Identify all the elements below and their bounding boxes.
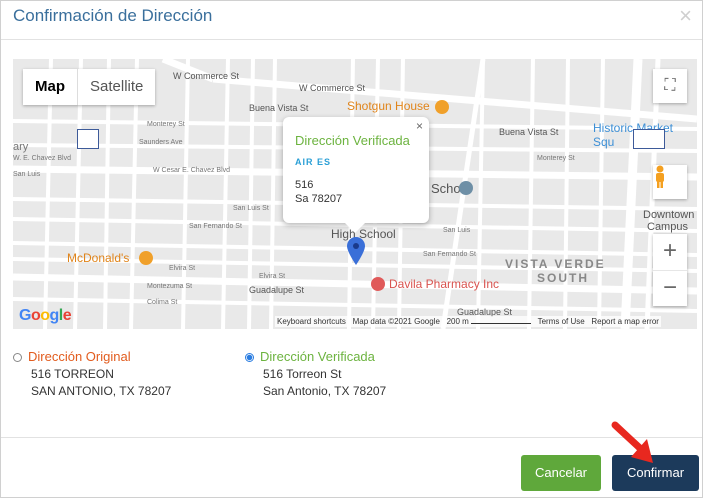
original-address-radio[interactable] (13, 353, 22, 363)
school-icon (459, 181, 473, 195)
info-window-line2: Sa 78207 (295, 193, 343, 205)
dialog-header: Confirmación de Dirección × (1, 1, 702, 40)
street-label: San Luis St (233, 205, 269, 212)
food-icon (139, 251, 153, 265)
verified-address-line1: 516 Torreon St (263, 367, 342, 381)
map[interactable]: W Commerce St W Commerce St Buena Vista … (13, 59, 697, 329)
street-label: San Fernando St (189, 223, 242, 230)
verified-address-radio[interactable] (245, 353, 254, 363)
street-label: Saunders Ave (139, 139, 183, 146)
scale-bar (471, 319, 532, 324)
street-label: W. E. Chavez Blvd (13, 155, 71, 162)
zoom-out-button[interactable]: − (653, 271, 687, 307)
street-label: San Luis (443, 227, 471, 234)
street-label: Elvira St (169, 265, 196, 272)
map-type-map-button[interactable]: Map (23, 69, 78, 105)
address-confirmation-dialog: Confirmación de Dirección × W Commerce S… (0, 0, 703, 498)
verified-address-option[interactable]: Dirección Verificada (245, 349, 375, 364)
cancel-button[interactable]: Cancelar (521, 455, 601, 491)
street-label: San Fernando St (423, 251, 476, 258)
original-address-line1: 516 TORREON (31, 367, 114, 381)
keyboard-shortcuts-link[interactable]: Keyboard shortcuts (277, 317, 346, 326)
redacted-box (77, 129, 99, 149)
google-logo: Google (19, 307, 72, 324)
original-address-line2: SAN ANTONIO, TX 78207 (31, 384, 172, 398)
street-label: ary (13, 141, 29, 153)
street-label: Colima St (147, 299, 178, 306)
verified-address-line2: San Antonio, TX 78207 (263, 384, 387, 398)
street-label: Elvira St (259, 273, 286, 280)
place-label: Downtown (643, 209, 695, 221)
food-icon (435, 100, 449, 114)
street-label: W Cesar E. Chavez Blvd (153, 167, 231, 174)
map-type-satellite-button[interactable]: Satellite (78, 69, 155, 105)
terms-link[interactable]: Terms of Use (538, 317, 585, 326)
close-icon[interactable]: × (679, 5, 692, 27)
street-label: Buena Vista St (249, 103, 309, 113)
street-label: Buena Vista St (499, 127, 559, 137)
scale-text[interactable]: 200 m (447, 317, 469, 326)
pegman-icon[interactable] (653, 165, 687, 199)
place-label: McDonald's (67, 251, 130, 265)
zoom-in-button[interactable]: + (653, 234, 687, 271)
arrow-annotation-icon (611, 421, 661, 472)
original-address-option[interactable]: Dirección Original (13, 349, 131, 364)
pharmacy-icon (371, 277, 385, 291)
footer-divider (1, 437, 702, 438)
street-label: Montezuma St (147, 283, 193, 290)
place-label: Davila Pharmacy Inc (389, 277, 500, 291)
place-label: Shotgun House (347, 99, 430, 113)
info-window: × Dirección Verificada AIR ES 516 Sa 782… (283, 117, 429, 233)
report-error-link[interactable]: Report a map error (591, 317, 659, 326)
place-label: SOUTH (537, 271, 589, 285)
street-label: Monterey St (537, 155, 575, 162)
redacted-box (633, 129, 665, 149)
street-label: San Luis (13, 171, 41, 178)
map-data-text: Map data ©2021 Google (352, 317, 440, 326)
info-window-name: AIR ES (295, 157, 332, 167)
info-window-line1: 516 (295, 179, 314, 191)
map-footer: Keyboard shortcuts Map data ©2021 Google… (275, 316, 661, 327)
zoom-control: + − (653, 234, 687, 306)
place-label: VISTA VERDE (505, 257, 606, 271)
map-type-control: Map Satellite (23, 69, 156, 105)
close-icon[interactable]: × (416, 119, 423, 133)
street-label: W Commerce St (299, 83, 366, 93)
verified-address-label: Dirección Verificada (260, 349, 375, 364)
fullscreen-icon[interactable]: ⛶ (653, 69, 687, 103)
street-label: Monterey St (147, 121, 185, 128)
original-address-label: Dirección Original (28, 349, 131, 364)
dialog-title: Confirmación de Dirección (13, 6, 213, 25)
street-label: Guadalupe St (249, 285, 305, 295)
street-label: W Commerce St (173, 71, 240, 81)
info-window-title: Dirección Verificada (295, 133, 410, 148)
place-label: Campus (647, 221, 688, 233)
